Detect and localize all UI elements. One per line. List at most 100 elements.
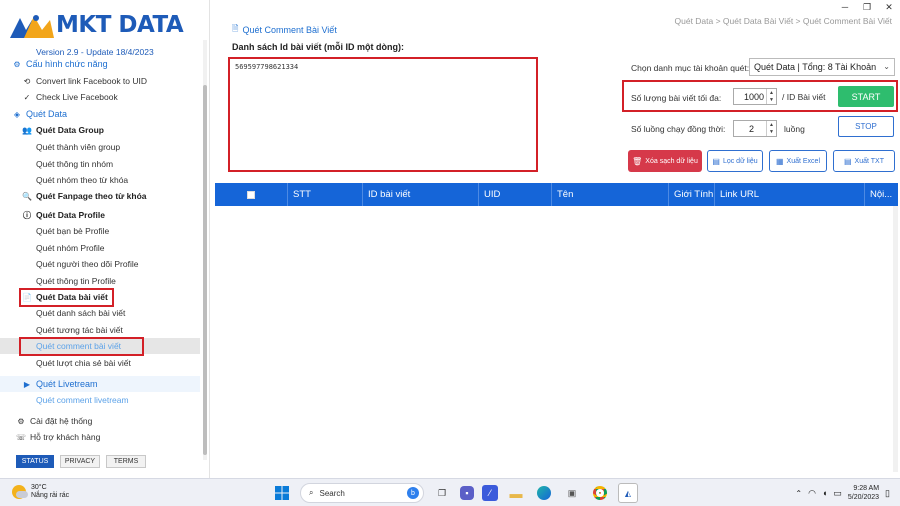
sidebar-item-label: Hỗ trợ khách hàng (30, 432, 101, 442)
section-livestream[interactable]: ▶ Quét Livetream (0, 376, 200, 392)
max-posts-stepper[interactable]: 1000 ▲ ▼ (733, 88, 777, 105)
sidebar-item-fanpage-keyword[interactable]: 🔍 Quét Fanpage theo từ khóa (22, 188, 222, 204)
section-livestream-label: Quét Livetream (36, 379, 98, 389)
weather-text: Nắng rải rác (31, 492, 70, 499)
logo-text: MKT DATA (56, 12, 184, 38)
mkt-app-icon[interactable]: ◭ (618, 483, 638, 503)
column-header[interactable]: Link URL (715, 183, 865, 206)
search-icon: 🔍 (22, 191, 32, 201)
column-header[interactable]: ID bài viết (363, 183, 479, 206)
sidebar-item-profile-friends[interactable]: Quét bạn bè Profile (36, 223, 236, 239)
column-header[interactable]: Tên (552, 183, 669, 206)
account-select[interactable]: Quét Data | Tổng: 8 Tài Khoản ⌄ (749, 58, 895, 76)
breadcrumb: Quét Data > Quét Data Bài Viết > Quét Co… (674, 16, 893, 26)
file-explorer-icon[interactable]: ▬ (506, 483, 526, 503)
time: 9:28 AM (853, 485, 880, 492)
sidebar-item-label: Convert link Facebook to UID (36, 76, 148, 86)
threads-spinner[interactable]: ▲ ▼ (766, 121, 776, 136)
section-data[interactable]: ◈ Quét Data (12, 106, 212, 122)
id-list-textarea[interactable]: 569597798621334 (228, 57, 538, 172)
window-controls: ─ ❐ ✕ (834, 0, 900, 14)
decrement-icon[interactable]: ▼ (767, 129, 776, 137)
export-txt-button[interactable]: ▤ Xuất TXT (833, 150, 895, 172)
document-icon: 🗎 (232, 24, 239, 33)
select-all-column[interactable] (215, 183, 288, 206)
weather-icon (12, 485, 28, 499)
chat-icon[interactable]: ▪ (460, 486, 474, 500)
close-button[interactable]: ✕ (878, 0, 900, 14)
minimize-button[interactable]: ─ (834, 0, 856, 14)
info-icon: ⓘ (23, 210, 31, 220)
notification-icon[interactable]: ▯ (885, 488, 890, 499)
sidebar-item-label: Quét Data Group (36, 125, 105, 135)
status-button[interactable]: STATUS (16, 455, 54, 468)
store-icon[interactable]: ▣ (562, 483, 582, 503)
max-posts-spinner[interactable]: ▲ ▼ (766, 89, 776, 104)
threads-stepper[interactable]: 2 ▲ ▼ (733, 120, 777, 137)
stop-button[interactable]: STOP (838, 116, 894, 137)
sidebar-item-profile[interactable]: ⓘ Quét Data Profile (22, 207, 222, 223)
increment-icon[interactable]: ▲ (767, 89, 776, 97)
temperature: 30°C (31, 484, 47, 491)
start-button[interactable]: START (838, 86, 894, 107)
section-data-label: Quét Data (26, 109, 68, 119)
weather-widget[interactable]: 30°C Nắng rải rác (12, 484, 69, 500)
select-all-checkbox[interactable] (247, 190, 255, 199)
search-icon: ⌕ (309, 488, 314, 497)
sidebar-item-label: Quét tương tác bài viết (36, 325, 123, 335)
clock[interactable]: 9:28 AM 5/20/2023 (848, 484, 879, 502)
headset-icon: ☏ (16, 432, 27, 442)
chrome-icon[interactable] (590, 483, 610, 503)
column-header[interactable]: Giới Tính (669, 183, 715, 206)
battery-icon[interactable]: ▭ (833, 488, 842, 499)
windows-start-icon[interactable] (272, 483, 292, 503)
decrement-icon[interactable]: ▼ (767, 97, 776, 105)
speaker-icon[interactable]: ◖ (822, 488, 827, 498)
export-excel-button[interactable]: ▦ Xuất Excel (769, 150, 827, 172)
sidebar-item-post-list[interactable]: Quét danh sách bài viết (36, 305, 236, 321)
sidebar-item-profile-info[interactable]: Quét thông tin Profile (36, 273, 236, 289)
gear-icon: ⚙ (17, 416, 25, 426)
sidebar-item-settings[interactable]: ⚙ Cài đặt hệ thống (16, 413, 216, 429)
wifi-icon[interactable]: ◠ (808, 488, 816, 499)
task-view-icon[interactable]: ❐ (432, 483, 452, 503)
filter-button[interactable]: ▤ Lọc dữ liệu (707, 150, 763, 172)
sidebar-item-group-info[interactable]: Quét thông tin nhóm (36, 156, 236, 172)
sidebar-item-check-live[interactable]: ✓ Check Live Facebook (22, 89, 222, 105)
sidebar-item-label: Quét thông tin nhóm (36, 159, 114, 169)
column-header[interactable]: UID (479, 183, 552, 206)
table-scrollbar[interactable] (893, 206, 898, 472)
system-tray: ⌃ ◠ ◖ ▭ 9:28 AM 5/20/2023 ▯ (795, 484, 890, 502)
clear-data-button[interactable]: 🗑 Xóa sạch dữ liệu (628, 150, 702, 172)
column-header[interactable]: STT (288, 183, 363, 206)
chevron-up-icon[interactable]: ⌃ (795, 489, 802, 498)
increment-icon[interactable]: ▲ (767, 121, 776, 129)
taskbar-search[interactable]: ⌕ Search b (300, 483, 424, 503)
sidebar-item-group[interactable]: 👥 Quét Data Group (22, 122, 222, 138)
logo: MKT DATA (10, 10, 184, 40)
section-config[interactable]: ⚙ Cấu hình chức năng (12, 56, 212, 72)
maximize-button[interactable]: ❐ (856, 0, 878, 14)
sidebar-item-label: Quét thông tin Profile (36, 276, 116, 286)
trash-icon: 🗑 (632, 156, 643, 166)
section-config-label: Cấu hình chức năng (26, 59, 108, 69)
sidebar-item-support[interactable]: ☏ Hỗ trợ khách hàng (16, 429, 216, 445)
sidebar-item-profile-groups[interactable]: Quét nhóm Profile (36, 240, 236, 256)
taskbar-apps: ⌕ Search b ❐ ▪ ⁄ ▬ ▣ ◭ (272, 483, 638, 503)
edge-icon[interactable] (534, 483, 554, 503)
sidebar-item-label: Check Live Facebook (36, 92, 118, 102)
privacy-button[interactable]: PRIVACY (60, 455, 100, 468)
sidebar-item-post-interactions[interactable]: Quét tương tác bài viết (36, 322, 236, 338)
check-circle-icon: ✓ (23, 92, 31, 102)
column-header[interactable]: Nội... (865, 183, 898, 206)
app-icon[interactable]: ⁄ (482, 485, 498, 501)
sidebar-item-group-keyword[interactable]: Quét nhóm theo từ khóa (36, 172, 236, 188)
sidebar-item-profile-followers[interactable]: Quét người theo dõi Profile (36, 256, 236, 272)
filter-label: Lọc dữ liệu (722, 157, 758, 165)
sidebar-item-group-members[interactable]: Quét thành viên group (36, 139, 236, 155)
sidebar-item-convert-uid[interactable]: ⟲ Convert link Facebook to UID (22, 73, 222, 89)
clear-data-label: Xóa sạch dữ liệu (645, 157, 698, 165)
sidebar-item-live-comments[interactable]: Quét comment livetream (36, 392, 236, 408)
terms-button[interactable]: TERMS (106, 455, 146, 468)
sidebar-item-post-shares[interactable]: Quét lượt chia sẻ bài viết (36, 355, 236, 371)
